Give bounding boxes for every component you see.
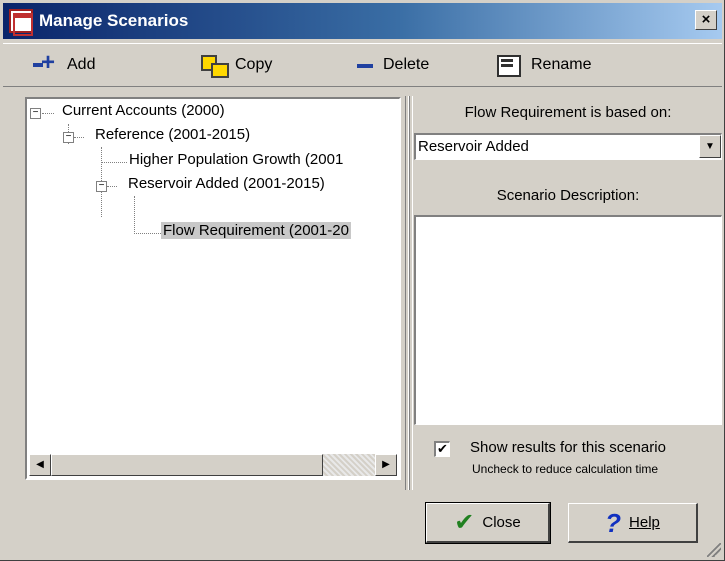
help-button-label: Help bbox=[629, 514, 660, 531]
based-on-select[interactable]: Reservoir Added ▼ bbox=[414, 133, 722, 160]
manage-scenarios-dialog: Manage Scenarios × Add Copy Delete Renam… bbox=[0, 0, 725, 561]
collapse-toggle[interactable]: − bbox=[96, 181, 107, 192]
close-button-label: Close bbox=[482, 514, 521, 531]
help-button[interactable]: ? Help bbox=[568, 503, 698, 543]
tree-horizontal-scrollbar[interactable]: ◀ ▶ bbox=[29, 454, 397, 476]
collapse-toggle[interactable]: − bbox=[30, 108, 41, 119]
question-mark-icon: ? bbox=[605, 507, 622, 538]
copy-button[interactable]: Copy bbox=[199, 50, 272, 80]
title-bar[interactable]: Manage Scenarios × bbox=[3, 3, 722, 39]
delete-icon bbox=[347, 55, 377, 75]
toolbar: Add Copy Delete Rename bbox=[3, 43, 722, 87]
rename-button[interactable]: Rename bbox=[495, 50, 591, 80]
add-button[interactable]: Add bbox=[31, 49, 96, 80]
delete-button[interactable]: Delete bbox=[347, 50, 429, 80]
add-label: Add bbox=[67, 56, 96, 73]
checkmark-icon: ✔ bbox=[454, 508, 475, 536]
tree-node-current-accounts[interactable]: Current Accounts (2000) bbox=[60, 102, 227, 119]
tree-connector bbox=[134, 233, 161, 234]
show-results-label: Show results for this scenario bbox=[470, 439, 666, 456]
show-results-checkbox[interactable]: ✔ bbox=[434, 441, 450, 457]
based-on-value: Reservoir Added bbox=[418, 138, 529, 155]
tree-connector bbox=[107, 186, 117, 187]
rename-icon bbox=[495, 55, 525, 77]
scenario-tree[interactable]: − Current Accounts (2000) − Reference (2… bbox=[25, 97, 401, 480]
tree-node-reservoir-added[interactable]: Reservoir Added (2001-2015) bbox=[126, 175, 327, 192]
delete-label: Delete bbox=[383, 56, 430, 73]
copy-label: Copy bbox=[235, 56, 273, 73]
copy-icon bbox=[199, 55, 229, 78]
add-icon bbox=[31, 49, 61, 77]
scroll-thumb[interactable] bbox=[51, 454, 323, 476]
tree-connector bbox=[74, 137, 84, 138]
description-label: Scenario Description: bbox=[496, 187, 640, 204]
tree-connector bbox=[134, 196, 135, 234]
scroll-right-button[interactable]: ▶ bbox=[375, 454, 397, 476]
tree-node-higher-population-growth[interactable]: Higher Population Growth (2001 bbox=[127, 151, 345, 168]
scenario-description-textarea[interactable] bbox=[414, 215, 722, 425]
tree-connector bbox=[42, 113, 54, 114]
rename-label: Rename bbox=[531, 56, 592, 73]
app-icon bbox=[9, 9, 33, 36]
collapse-toggle[interactable]: − bbox=[63, 132, 74, 143]
scroll-left-button[interactable]: ◀ bbox=[29, 454, 51, 476]
show-results-hint: Uncheck to reduce calculation time bbox=[472, 462, 659, 476]
window-title: Manage Scenarios bbox=[39, 11, 189, 30]
close-button[interactable]: ✔ Close bbox=[425, 502, 551, 544]
based-on-label: Flow Requirement is based on: bbox=[464, 104, 672, 121]
resize-grip[interactable] bbox=[707, 543, 721, 557]
tree-connector bbox=[101, 162, 127, 163]
tree-node-reference[interactable]: Reference (2001-2015) bbox=[93, 126, 252, 143]
tree-node-flow-requirement[interactable]: Flow Requirement (2001-20 bbox=[161, 222, 351, 239]
chevron-down-icon[interactable]: ▼ bbox=[699, 135, 721, 158]
panel-splitter[interactable] bbox=[404, 96, 414, 490]
window-close-button[interactable]: × bbox=[695, 10, 717, 30]
